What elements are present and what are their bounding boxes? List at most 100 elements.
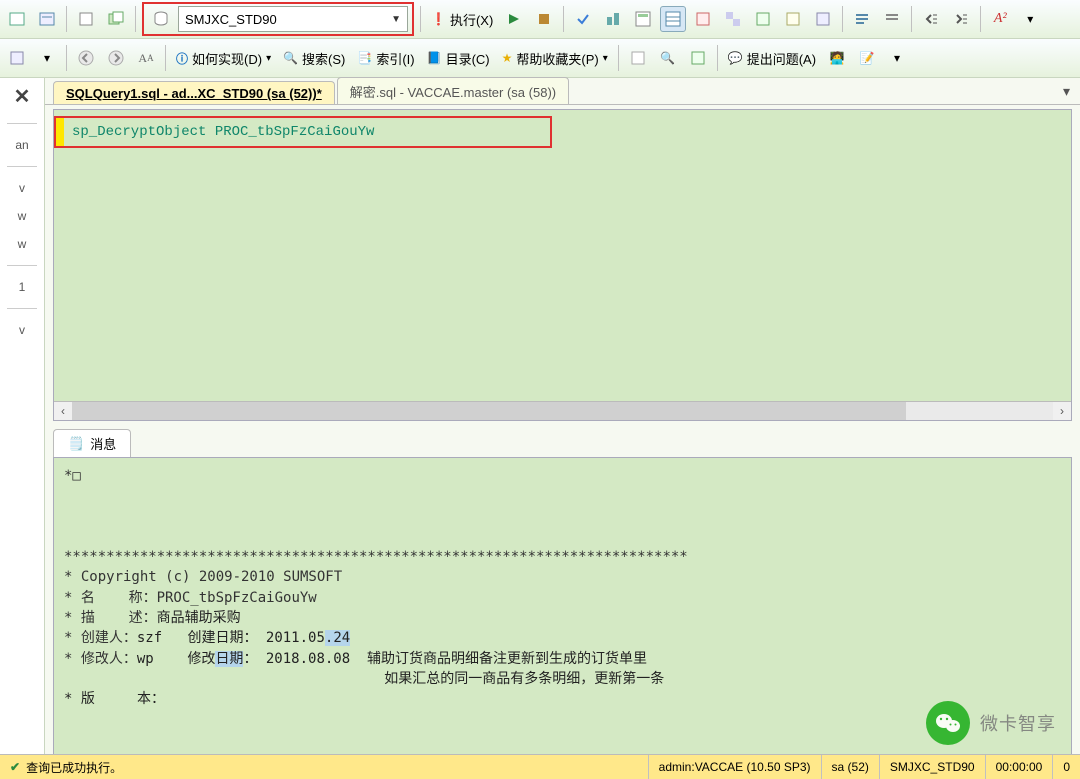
tab-overflow-icon[interactable]: ▾ — [1063, 83, 1070, 100]
toolbar-icon[interactable] — [630, 6, 656, 32]
document-tab[interactable]: 解密.sql - VACCAE.master (sa (58)) — [337, 77, 569, 104]
toolbar-icon[interactable] — [720, 6, 746, 32]
debug-exclaim-icon: ❗ — [431, 12, 446, 26]
msg-create-date-prefix: 2011.05 — [266, 630, 325, 646]
uncomment-icon[interactable] — [879, 6, 905, 32]
separator — [563, 6, 564, 32]
star-icon: ★ — [502, 51, 513, 65]
document-tab-active[interactable]: SQLQuery1.sql - ad...XC_STD90 (sa (52))* — [53, 81, 335, 104]
list-item[interactable]: w — [18, 237, 27, 251]
horizontal-scrollbar[interactable]: ‹ › — [54, 401, 1071, 420]
close-panel-button[interactable]: ✕ — [14, 84, 31, 109]
speech-bubble-icon: 💬 — [728, 51, 743, 65]
messages-panel[interactable]: *□ *************************************… — [53, 457, 1072, 757]
chevron-down-icon[interactable]: ▾ — [884, 45, 910, 71]
divider — [7, 166, 37, 167]
status-success-text: 查询已成功执行。 — [26, 759, 122, 776]
toolbar-icon[interactable] — [4, 6, 30, 32]
scroll-left-icon[interactable]: ‹ — [54, 402, 72, 420]
msg-create-date-hl: .24 — [325, 630, 350, 646]
toolbar-icon[interactable] — [685, 45, 711, 71]
list-item[interactable]: v — [19, 181, 25, 195]
divider — [7, 123, 37, 124]
toolbar-icon[interactable] — [780, 6, 806, 32]
msg-modify-date-label-suffix: ： — [243, 651, 257, 667]
help-icon: ⓘ — [176, 50, 188, 67]
toolbar-icon[interactable] — [600, 6, 626, 32]
toolbar-row-1: SMJXC_STD90 ▼ ❗ 执行(X) A² ▾ — [0, 0, 1080, 39]
db-icon[interactable] — [148, 6, 174, 32]
list-item[interactable]: 1 — [19, 280, 26, 294]
code-editor[interactable]: sp_DecryptObject PROC_tbSpFzCaiGouYw ‹ › — [53, 109, 1072, 421]
msg-note2: 如果汇总的同一商品有多条明细，更新第一条 — [384, 671, 664, 687]
indent-in-icon[interactable] — [948, 6, 974, 32]
toolbar-icon[interactable] — [625, 45, 651, 71]
msg-divider: ****************************************… — [64, 549, 688, 565]
document-tabs: SQLQuery1.sql - ad...XC_STD90 (sa (52))*… — [45, 78, 1080, 105]
toolbar-icon[interactable]: 📝 — [854, 45, 880, 71]
chevron-down-icon: ▾ — [266, 53, 271, 64]
status-db: SMJXC_STD90 — [879, 755, 985, 779]
list-item[interactable]: v — [19, 323, 25, 337]
forward-icon[interactable] — [103, 45, 129, 71]
toolbar-icon[interactable] — [690, 6, 716, 32]
code-line: sp_DecryptObject PROC_tbSpFzCaiGouYw — [72, 124, 374, 140]
search-menu[interactable]: 🔍 搜索(S) — [279, 45, 349, 71]
intellisense-icon[interactable]: A² — [987, 6, 1013, 32]
index-icon: 📑 — [357, 51, 372, 65]
msg-name-label: * 名 称： — [64, 590, 157, 606]
index-menu[interactable]: 📑 索引(I) — [353, 45, 418, 71]
status-user: sa (52) — [821, 755, 879, 779]
toolbar-icon[interactable] — [73, 6, 99, 32]
toolbar-icon[interactable] — [103, 6, 129, 32]
toolbar-icon[interactable] — [750, 6, 776, 32]
indent-out-icon[interactable] — [918, 6, 944, 32]
toolbar-icon[interactable] — [34, 6, 60, 32]
separator — [66, 45, 67, 71]
toolbar-icon[interactable] — [4, 45, 30, 71]
results-grid-icon[interactable] — [660, 6, 686, 32]
howto-menu[interactable]: ⓘ 如何实现(D) ▾ — [172, 45, 275, 71]
database-name: SMJXC_STD90 — [185, 12, 277, 27]
toolbar-search-icon[interactable]: 🔍 — [655, 45, 681, 71]
ask-question-menu[interactable]: 💬 提出问题(A) — [724, 45, 820, 71]
list-item[interactable]: w — [18, 209, 27, 223]
msg-line: *□ — [64, 468, 81, 484]
stop-icon[interactable] — [531, 6, 557, 32]
msg-modifier-value: wp — [137, 651, 154, 667]
list-item[interactable]: an — [15, 138, 28, 152]
msg-copyright: * Copyright (c) 2009-2010 SUMSOFT — [64, 569, 342, 585]
chevron-down-icon[interactable]: ▾ — [1017, 6, 1043, 32]
execute-button[interactable]: ❗ 执行(X) — [427, 6, 497, 32]
msg-creator-label: * 创建人： — [64, 630, 137, 646]
parse-check-icon[interactable] — [570, 6, 596, 32]
separator — [618, 45, 619, 71]
chevron-down-icon[interactable]: ▾ — [34, 45, 60, 71]
run-icon[interactable] — [501, 6, 527, 32]
toolbar-icon[interactable]: 🧑‍💻 — [824, 45, 850, 71]
divider — [7, 265, 37, 266]
status-message: ✔ 查询已成功执行。 — [0, 755, 648, 779]
messages-tab[interactable]: 🗒️ 消息 — [53, 429, 131, 457]
edit-gutter-marker — [56, 118, 64, 146]
database-selector-highlight: SMJXC_STD90 ▼ — [142, 2, 414, 36]
left-sidebar: ✕ an v w w 1 v — [0, 78, 45, 757]
wechat-icon — [926, 701, 970, 745]
back-icon[interactable] — [73, 45, 99, 71]
chevron-down-icon: ▼ — [391, 14, 401, 25]
toolbar-icon[interactable] — [810, 6, 836, 32]
divider — [7, 308, 37, 309]
scroll-right-icon[interactable]: › — [1053, 402, 1071, 420]
favorites-menu[interactable]: ★ 帮助收藏夹(P) ▾ — [498, 45, 612, 71]
scroll-thumb[interactable] — [72, 402, 906, 420]
separator — [165, 45, 166, 71]
font-size-icon[interactable]: AA — [133, 45, 159, 71]
chevron-down-icon: ▾ — [603, 53, 608, 64]
msg-modify-date-label: 修改 — [187, 651, 215, 667]
watermark-text: 微卡智享 — [980, 710, 1056, 736]
comment-icon[interactable] — [849, 6, 875, 32]
toolbar-row-2: ▾ AA ⓘ 如何实现(D) ▾ 🔍 搜索(S) 📑 索引(I) 📘 目录(C)… — [0, 39, 1080, 78]
database-combobox[interactable]: SMJXC_STD90 ▼ — [178, 6, 408, 32]
scroll-track[interactable] — [72, 402, 1053, 420]
catalog-menu[interactable]: 📘 目录(C) — [423, 45, 494, 71]
